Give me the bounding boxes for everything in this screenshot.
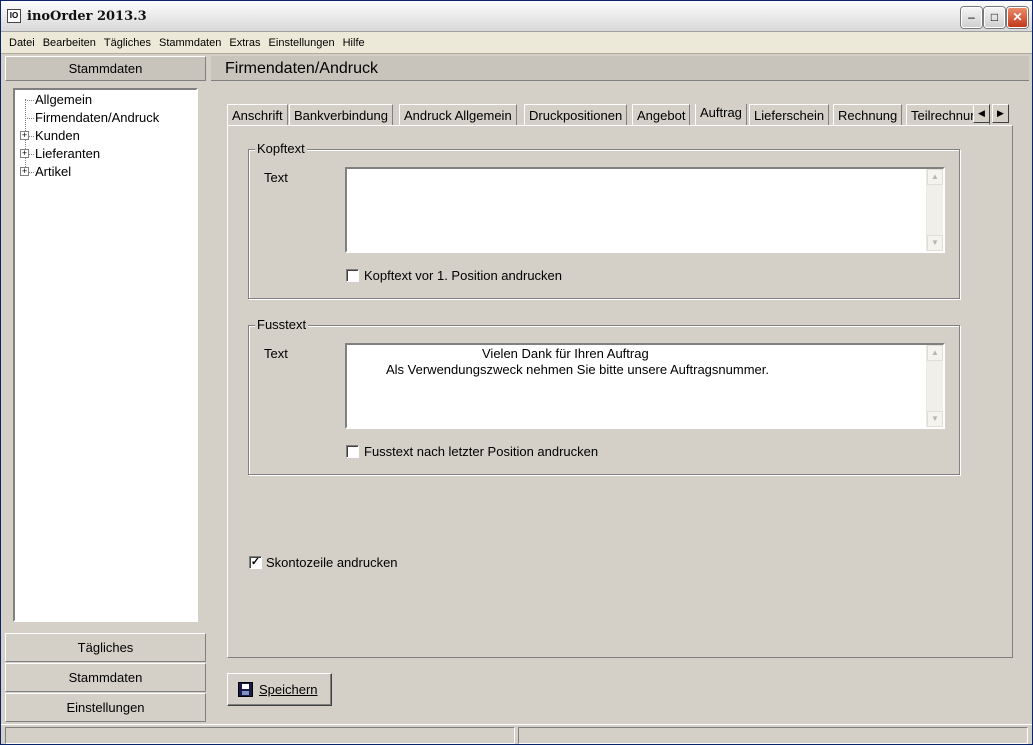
tab-lieferschein[interactable]: Lieferschein [749, 104, 830, 126]
app-icon: IO [7, 9, 21, 23]
menu-taegliches[interactable]: Tägliches [100, 32, 155, 54]
minimize-button[interactable]: – [961, 7, 982, 28]
tab-rechnung[interactable]: Rechnung [833, 104, 903, 126]
navigation-tree[interactable]: Allgemein Firmendaten/Andruck + Kunden + L… [13, 88, 198, 622]
tab-druckpositionen[interactable]: Druckpositionen [524, 104, 628, 126]
scroll-up-icon[interactable]: ▲ [927, 345, 943, 361]
menu-extras[interactable]: Extras [225, 32, 264, 54]
nav-button-taegliches[interactable]: Tägliches [5, 633, 206, 662]
skonto-checkbox[interactable]: ✓ [249, 556, 262, 569]
window-title: inoOrder 2013.3 [27, 9, 147, 24]
kopftext-checkbox[interactable] [346, 269, 359, 282]
tab-strip: Anschrift Bankverbindung Andruck Allgeme… [227, 104, 1005, 126]
kopftext-text-label: Text [264, 170, 288, 185]
tab-scroll-left-button[interactable]: ◀ [973, 104, 990, 123]
close-button[interactable]: ✕ [1007, 7, 1028, 28]
status-panel-right [518, 727, 1028, 744]
fusstext-textarea[interactable]: Vielen Dank für Ihren Auftrag Als Verwen… [345, 343, 945, 429]
save-button[interactable]: Speichern [227, 673, 332, 706]
app-window: IO inoOrder 2013.3 – □ ✕ Datei Bearbeiten… [0, 0, 1033, 745]
menu-hilfe[interactable]: Hilfe [339, 32, 369, 54]
save-button-label: Speichern [259, 682, 318, 697]
tab-page-auftrag: Kopftext Text ▲ ▼ Kopftext vor 1. Positio… [227, 125, 1013, 658]
kopftext-scrollbar[interactable]: ▲ ▼ [926, 169, 943, 251]
menu-datei[interactable]: Datei [5, 32, 39, 54]
scroll-up-icon[interactable]: ▲ [927, 169, 943, 185]
scroll-down-icon[interactable]: ▼ [927, 411, 943, 427]
tab-scroll-right-button[interactable]: ▶ [992, 104, 1009, 123]
page-title: Firmendaten/Andruck [211, 56, 1029, 81]
expand-icon[interactable]: + [20, 167, 29, 176]
minimize-icon: – [968, 10, 975, 24]
arrow-left-icon: ◀ [978, 108, 985, 118]
tab-anschrift[interactable]: Anschrift [227, 104, 288, 126]
left-panel: Stammdaten Allgemein Firmendaten/Andruck… [5, 56, 206, 722]
fusstext-line-2: Als Verwendungszweck nehmen Sie bitte un… [386, 362, 769, 377]
fusstext-checkbox[interactable] [346, 445, 359, 458]
title-bar[interactable]: IO inoOrder 2013.3 – □ ✕ [1, 1, 1032, 32]
menu-stammdaten[interactable]: Stammdaten [155, 32, 225, 54]
tab-andruck-allgemein[interactable]: Andruck Allgemein [399, 104, 517, 126]
maximize-icon: □ [990, 10, 999, 24]
expand-icon[interactable]: + [20, 131, 29, 140]
nav-button-einstellungen[interactable]: Einstellungen [5, 693, 206, 722]
fusstext-line-1: Vielen Dank für Ihren Auftrag [482, 346, 649, 361]
fusstext-text-label: Text [264, 346, 288, 361]
maximize-button[interactable]: □ [984, 7, 1005, 28]
skonto-checkbox-label[interactable]: Skontozeile andrucken [266, 555, 398, 570]
close-icon: ✕ [1012, 10, 1023, 24]
fusstext-scrollbar[interactable]: ▲ ▼ [926, 345, 943, 427]
kopftext-textarea[interactable]: ▲ ▼ [345, 167, 945, 253]
checkmark-icon: ✓ [250, 556, 261, 568]
fusstext-group: Fusstext Text Vielen Dank für Ihren Auft… [248, 317, 960, 475]
tab-angebot[interactable]: Angebot [632, 104, 691, 126]
kopftext-checkbox-label[interactable]: Kopftext vor 1. Position andrucken [364, 268, 562, 283]
status-bar [1, 724, 1032, 744]
menu-bar: Datei Bearbeiten Tägliches Stammdaten Extras… [1, 32, 1032, 54]
left-panel-header[interactable]: Stammdaten [5, 56, 206, 81]
fusstext-checkbox-label[interactable]: Fusstext nach letzter Position andrucken [364, 444, 598, 459]
nav-button-stammdaten[interactable]: Stammdaten [5, 663, 206, 692]
expand-icon[interactable]: + [20, 149, 29, 158]
tab-bankverbindung[interactable]: Bankverbindung [289, 104, 393, 126]
floppy-disk-icon [238, 682, 253, 697]
scroll-down-icon[interactable]: ▼ [927, 235, 943, 251]
kopftext-group: Kopftext Text ▲ ▼ Kopftext vor 1. Positio… [248, 141, 960, 299]
status-panel-left [5, 727, 515, 744]
tab-auftrag[interactable]: Auftrag [695, 104, 747, 126]
menu-einstellungen[interactable]: Einstellungen [265, 32, 339, 54]
main-panel: Firmendaten/Andruck Anschrift Bankverbin… [211, 56, 1029, 722]
kopftext-group-label: Kopftext [255, 141, 307, 156]
arrow-right-icon: ▶ [997, 108, 1004, 118]
menu-bearbeiten[interactable]: Bearbeiten [39, 32, 100, 54]
fusstext-group-label: Fusstext [255, 317, 309, 332]
